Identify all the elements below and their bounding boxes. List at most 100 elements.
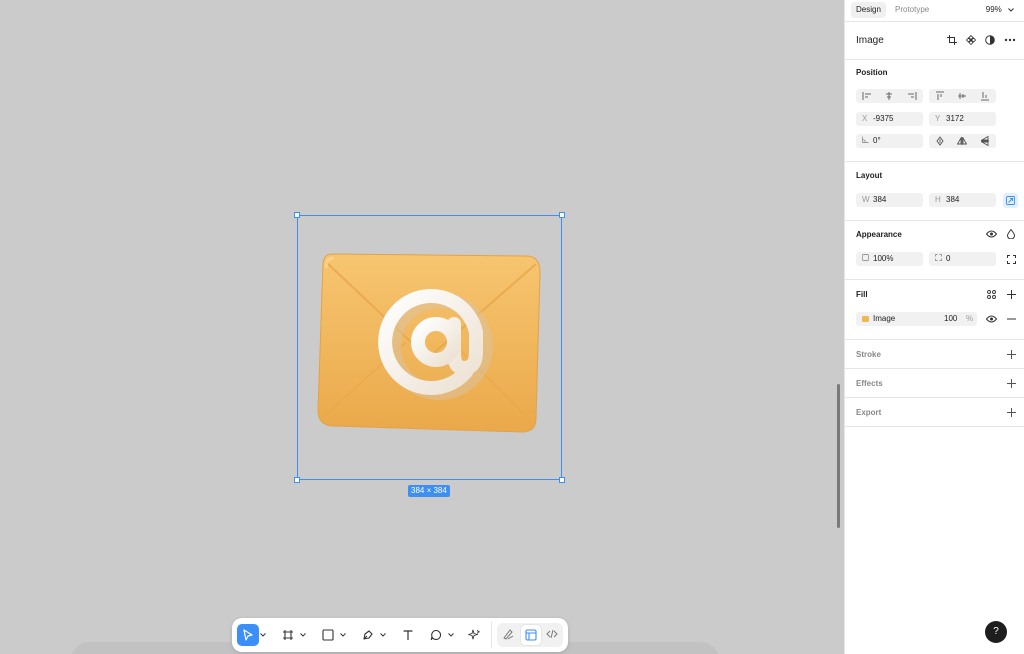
text-tool[interactable]: [397, 624, 419, 646]
fill-title: Fill: [856, 290, 868, 299]
eye-icon[interactable]: [985, 313, 997, 325]
draw-mode-icon[interactable]: [502, 628, 514, 643]
w-label: W: [862, 195, 870, 204]
stroke-title: Stroke: [856, 350, 881, 359]
add-fill-icon[interactable]: [1005, 288, 1017, 300]
move-tool[interactable]: [237, 624, 267, 646]
export-title: Export: [856, 408, 882, 417]
canvas-scrollbar[interactable]: [837, 384, 840, 528]
chevron-down-icon[interactable]: [447, 624, 455, 646]
add-stroke-icon[interactable]: [1005, 348, 1017, 360]
chevron-down-icon[interactable]: [299, 624, 307, 646]
corner-radius-field[interactable]: 0: [929, 252, 996, 266]
chevron-down-icon[interactable]: [379, 624, 387, 646]
styles-grid-icon[interactable]: [985, 288, 997, 300]
help-button[interactable]: ?: [985, 621, 1007, 643]
layout-section: Layout W 384 H 384: [845, 162, 1024, 221]
more-options-icon[interactable]: [1003, 34, 1017, 46]
h-value: 384: [946, 195, 960, 204]
properties-panel: Design Prototype 99% Image Position X -9…: [844, 0, 1024, 654]
actions-tool[interactable]: [463, 624, 485, 646]
pen-icon: [357, 624, 379, 646]
align-bottom-icon[interactable]: [974, 89, 996, 103]
comment-tool[interactable]: [425, 624, 455, 646]
selection-size-badge: 384 × 384: [408, 485, 450, 497]
resize-handle-top-right[interactable]: [559, 212, 565, 218]
sparkle-icon: [463, 624, 485, 646]
export-section: Export: [845, 398, 1024, 427]
zoom-value: 99%: [985, 5, 1002, 14]
square-icon: [317, 624, 339, 646]
frame-tool[interactable]: [277, 624, 307, 646]
bottom-toolbar: [232, 618, 568, 652]
shape-tool[interactable]: [317, 624, 347, 646]
layer-header: Image: [845, 22, 1024, 60]
corner-radius-icon: [935, 252, 942, 266]
independent-corners-icon[interactable]: [1005, 253, 1017, 265]
position-title: Position: [856, 68, 888, 77]
panel-tabs: Design Prototype 99%: [845, 0, 1024, 22]
fill-section: Fill Image 100 %: [845, 280, 1024, 340]
pen-tool[interactable]: [357, 624, 387, 646]
opacity-value: 100%: [873, 254, 894, 263]
comment-icon: [425, 624, 447, 646]
mask-icon[interactable]: [984, 34, 996, 46]
resize-icon: [1006, 196, 1015, 205]
blend-mode-icon[interactable]: [1005, 228, 1017, 240]
frame-icon: [277, 624, 299, 646]
w-value: 384: [873, 195, 887, 204]
align-left-icon[interactable]: [856, 89, 878, 103]
constrain-proportions-toggle[interactable]: [1003, 193, 1018, 208]
flip-horizontal-icon[interactable]: [951, 134, 973, 148]
rotation-value: 0°: [873, 136, 881, 145]
chevron-down-icon[interactable]: [259, 624, 267, 646]
y-value: 3172: [946, 114, 964, 123]
align-center-h-icon[interactable]: [878, 89, 900, 103]
design-mode-icon[interactable]: [525, 629, 537, 644]
zoom-dropdown[interactable]: 99%: [986, 2, 1014, 18]
mode-switcher: [497, 623, 563, 647]
layer-title: Image: [856, 35, 884, 46]
resize-handle-top-left[interactable]: [294, 212, 300, 218]
add-effect-icon[interactable]: [1005, 377, 1017, 389]
component-icon[interactable]: [965, 34, 977, 46]
rotation-field[interactable]: 0°: [856, 134, 923, 148]
resize-handle-bottom-right[interactable]: [559, 477, 565, 483]
eye-icon[interactable]: [985, 228, 997, 240]
toolbar-divider: [491, 622, 492, 648]
dev-mode-icon[interactable]: [546, 628, 558, 643]
align-top-icon[interactable]: [929, 89, 951, 103]
rotate-icon[interactable]: [929, 134, 951, 148]
x-label: X: [862, 114, 868, 123]
remove-fill-icon[interactable]: [1005, 313, 1017, 325]
crop-icon[interactable]: [946, 34, 958, 46]
y-field[interactable]: Y 3172: [929, 112, 996, 126]
flip-vertical-icon[interactable]: [974, 134, 996, 148]
fill-opacity-unit: %: [966, 314, 974, 323]
opacity-field[interactable]: 100%: [856, 252, 923, 266]
canvas[interactable]: 384 × 384: [0, 0, 844, 654]
image-swatch: [862, 316, 869, 322]
fill-row[interactable]: Image 100 %: [856, 312, 977, 326]
appearance-title: Appearance: [856, 230, 902, 239]
tab-prototype[interactable]: Prototype: [890, 2, 934, 18]
height-field[interactable]: H 384: [929, 193, 996, 207]
width-field[interactable]: W 384: [856, 193, 923, 207]
h-label: H: [935, 195, 941, 204]
position-section: Position X -9375 Y 3172 0°: [845, 60, 1024, 162]
x-field[interactable]: X -9375: [856, 112, 923, 126]
tab-design[interactable]: Design: [851, 2, 886, 18]
align-middle-icon[interactable]: [951, 89, 973, 103]
selection-box[interactable]: [297, 215, 562, 480]
cursor-icon: [237, 624, 259, 646]
add-export-icon[interactable]: [1005, 406, 1017, 418]
opacity-icon: [862, 252, 869, 266]
rotation-icon: [862, 134, 869, 148]
appearance-section: Appearance 100% 0: [845, 221, 1024, 280]
horizontal-align-group: [856, 89, 923, 103]
resize-handle-bottom-left[interactable]: [294, 477, 300, 483]
x-value: -9375: [873, 114, 894, 123]
chevron-down-icon: [1008, 5, 1014, 14]
chevron-down-icon[interactable]: [339, 624, 347, 646]
align-right-icon[interactable]: [901, 89, 923, 103]
